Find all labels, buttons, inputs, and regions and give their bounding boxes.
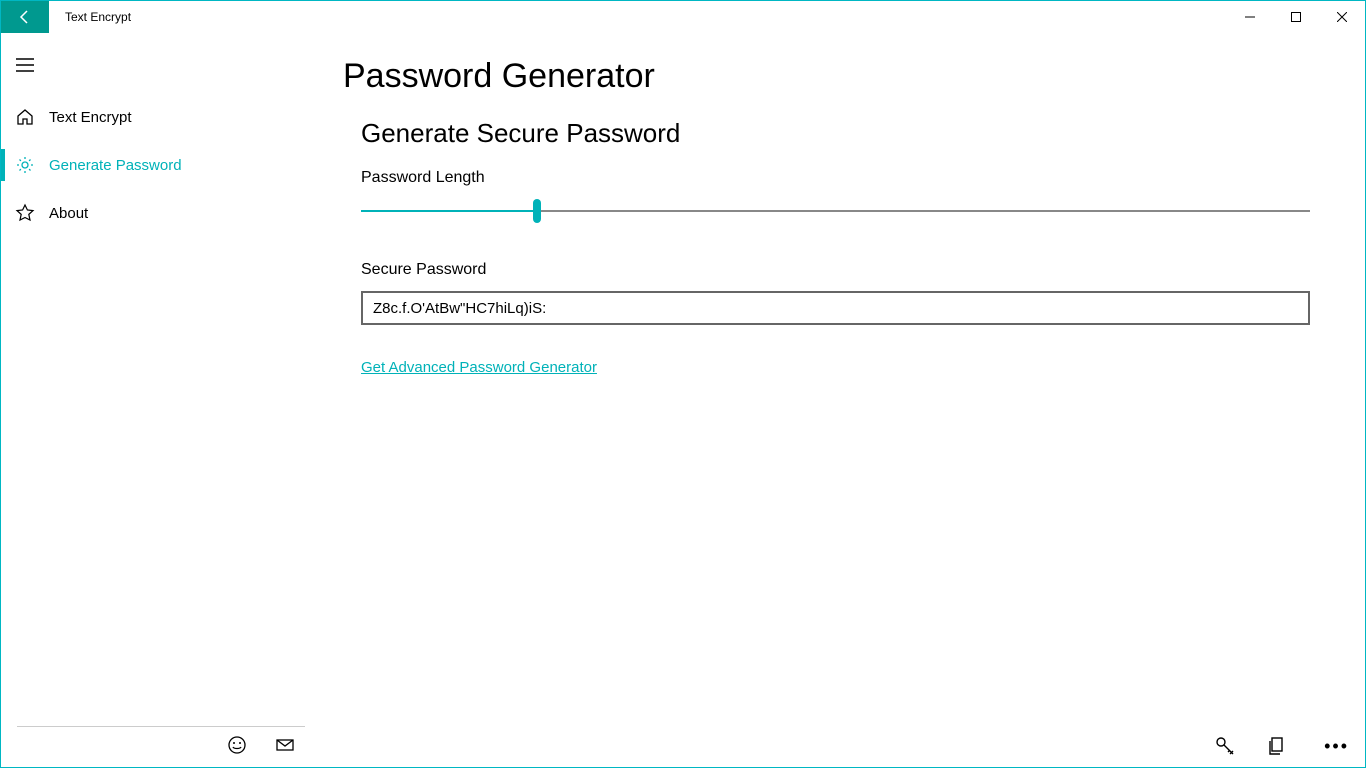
smiley-icon xyxy=(227,735,247,755)
bottom-action-bar: ••• xyxy=(1214,735,1355,757)
sidebar-item-about[interactable]: About xyxy=(1,189,321,237)
minimize-icon xyxy=(1245,12,1255,22)
sidebar-item-label: Generate Password xyxy=(49,157,182,174)
minimize-button[interactable] xyxy=(1227,1,1273,33)
advanced-generator-link[interactable]: Get Advanced Password Generator xyxy=(361,359,597,376)
main-content: Password Generator Generate Secure Passw… xyxy=(321,33,1365,767)
app-body: Text Encrypt Generate Password About xyxy=(1,33,1365,767)
home-icon xyxy=(15,107,35,127)
titlebar: Text Encrypt xyxy=(1,1,1365,33)
slider-fill xyxy=(361,210,537,212)
key-button[interactable] xyxy=(1214,735,1236,757)
close-button[interactable] xyxy=(1319,1,1365,33)
copy-button[interactable] xyxy=(1266,735,1288,757)
back-button[interactable] xyxy=(1,1,49,33)
app-window: Text Encrypt Text En xyxy=(0,0,1366,768)
gear-icon xyxy=(15,155,35,175)
slider-track xyxy=(361,210,1310,212)
page-title: Password Generator xyxy=(343,57,1310,96)
arrow-left-icon xyxy=(17,9,33,25)
ellipsis-icon: ••• xyxy=(1324,736,1349,756)
hamburger-button[interactable] xyxy=(1,41,49,89)
sidebar-item-label: Text Encrypt xyxy=(49,109,132,126)
feedback-button[interactable] xyxy=(227,735,247,755)
sidebar-footer xyxy=(1,726,321,767)
password-length-slider[interactable] xyxy=(361,199,1310,223)
sidebar: Text Encrypt Generate Password About xyxy=(1,33,321,767)
key-icon xyxy=(1214,735,1236,757)
mail-button[interactable] xyxy=(275,735,295,755)
more-button[interactable]: ••• xyxy=(1318,736,1355,757)
section-title: Generate Secure Password xyxy=(361,118,1310,149)
window-title: Text Encrypt xyxy=(49,1,1227,33)
maximize-button[interactable] xyxy=(1273,1,1319,33)
slider-thumb[interactable] xyxy=(533,199,541,223)
close-icon xyxy=(1337,12,1347,22)
length-label: Password Length xyxy=(361,169,1310,187)
sidebar-item-label: About xyxy=(49,205,88,222)
copy-icon xyxy=(1266,735,1288,757)
window-controls xyxy=(1227,1,1365,33)
mail-icon xyxy=(275,735,295,755)
secure-password-output[interactable] xyxy=(361,291,1310,325)
secure-password-label: Secure Password xyxy=(361,261,1310,279)
sidebar-divider xyxy=(17,726,305,727)
sidebar-item-text-encrypt[interactable]: Text Encrypt xyxy=(1,93,321,141)
maximize-icon xyxy=(1291,12,1301,22)
star-icon xyxy=(15,203,35,223)
generate-section: Generate Secure Password Password Length… xyxy=(343,118,1310,377)
hamburger-icon xyxy=(16,58,34,72)
sidebar-item-generate-password[interactable]: Generate Password xyxy=(1,141,321,189)
